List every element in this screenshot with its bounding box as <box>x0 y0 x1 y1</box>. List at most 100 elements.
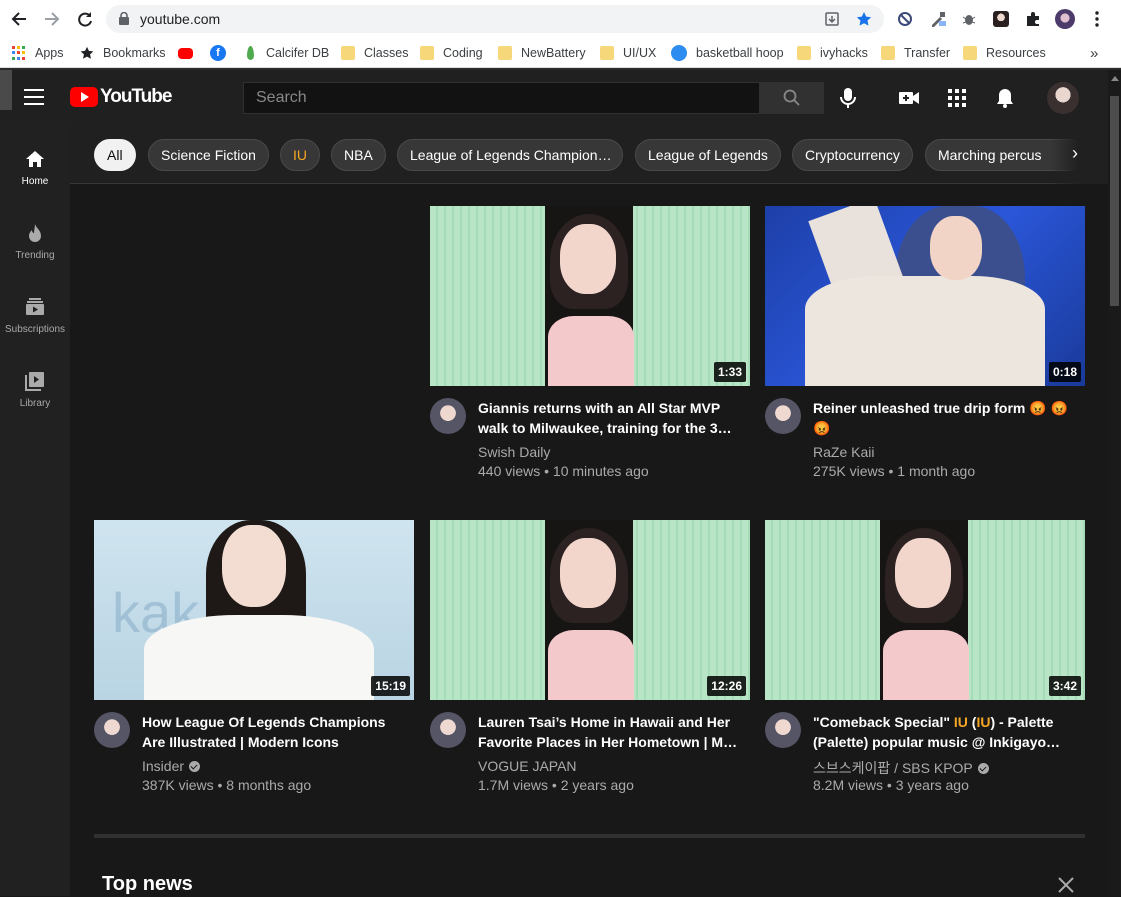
search-button[interactable] <box>760 82 824 114</box>
more-menu-icon[interactable] <box>1087 9 1107 29</box>
folder-icon <box>797 46 811 60</box>
reload-icon[interactable] <box>73 7 97 31</box>
video-grid: 1:33 Giannis returns with an All Star MV… <box>70 184 1108 896</box>
bookmark-classes[interactable]: Classes <box>341 44 408 62</box>
channel-name[interactable]: Swish Daily <box>478 444 550 460</box>
bookmark-bookmarks[interactable]: Bookmarks <box>80 44 166 62</box>
verified-badge-icon <box>189 760 201 772</box>
chip-nba[interactable]: NBA <box>331 139 386 171</box>
channel-avatar[interactable] <box>94 712 130 748</box>
chip-science-fiction[interactable]: Science Fiction <box>148 139 269 171</box>
search-input[interactable]: Search <box>243 82 760 114</box>
channel-avatar[interactable] <box>430 398 466 434</box>
channel-name[interactable]: VOGUE JAPAN <box>478 758 577 774</box>
bookmark-ui-ux[interactable]: UI/UX <box>600 44 656 62</box>
sidebar-item-subscriptions[interactable]: Subscriptions <box>0 296 70 335</box>
menu-icon[interactable] <box>24 89 44 105</box>
bookmark-calcifer-db[interactable]: Calcifer DB <box>244 44 329 62</box>
chip-iu[interactable]: IU <box>280 139 320 171</box>
video-thumbnail[interactable]: 1:33 <box>430 206 750 386</box>
channel-avatar[interactable] <box>765 398 801 434</box>
video-thumbnail[interactable]: 3:42 <box>765 520 1085 700</box>
video-title[interactable]: How League Of Legends Champions Are Illu… <box>142 712 404 752</box>
close-icon[interactable] <box>1054 873 1078 897</box>
channel-name[interactable]: 스브스케이팝 / SBS KPOP <box>813 758 989 778</box>
video-stats: 8.2M views • 3 years ago <box>813 777 969 793</box>
bookmark-coding[interactable]: Coding <box>420 44 483 62</box>
channel-avatar[interactable] <box>765 712 801 748</box>
section-divider <box>94 834 1085 838</box>
video-stats: 275K views • 1 month ago <box>813 463 976 479</box>
microphone-icon[interactable] <box>836 86 860 110</box>
youtube-logo[interactable]: YouTube <box>70 86 172 108</box>
browser-toolbar: youtube.com <box>0 0 1121 38</box>
bookmark-ivyhacks[interactable]: ivyhacks <box>797 44 868 62</box>
mini-guide: Home Trending Subscriptions Library <box>0 126 70 896</box>
chip-cryptocurrency[interactable]: Cryptocurrency <box>792 139 913 171</box>
youtube-header: YouTube Search <box>0 70 1108 126</box>
eyedropper-extension-icon[interactable] <box>928 9 948 29</box>
duration-badge: 3:42 <box>1048 676 1081 696</box>
bookmark-transfer[interactable]: Transfer <box>881 44 950 62</box>
facebook-icon: f <box>210 45 226 61</box>
channel-avatar[interactable] <box>430 712 466 748</box>
block-extension-icon[interactable] <box>895 9 915 29</box>
bookmark-facebook[interactable]: f <box>210 44 235 62</box>
account-avatar[interactable] <box>1047 82 1079 114</box>
bookmark-newbattery[interactable]: NewBattery <box>498 44 586 62</box>
video-title[interactable]: Reiner unleashed true drip form 😡 😡 😡 <box>813 398 1075 438</box>
sidebar-item-library[interactable]: Library <box>0 370 70 409</box>
apps-grid-icon <box>12 46 26 60</box>
bookmark-basketball-hoop[interactable]: basketball hoop <box>671 44 784 62</box>
profile-extension-icon[interactable] <box>991 9 1011 29</box>
chip-league-champions[interactable]: League of Legends Champion… <box>397 139 623 171</box>
scroll-up-arrow-icon[interactable] <box>1111 76 1119 81</box>
site-icon <box>671 45 687 61</box>
subscriptions-icon <box>24 296 46 318</box>
video-card[interactable]: 3:42 "Comeback Special" IU (IU) - Palett… <box>765 520 1085 800</box>
video-thumbnail[interactable]: 12:26 <box>430 520 750 700</box>
bug-extension-icon[interactable] <box>959 9 979 29</box>
back-icon[interactable] <box>7 7 31 31</box>
top-news-heading: Top news <box>102 873 193 895</box>
extensions-puzzle-icon[interactable] <box>1023 9 1043 29</box>
video-thumbnail[interactable]: 0:18 <box>765 206 1085 386</box>
video-card[interactable]: kak 15:19 How League Of Legends Champion… <box>94 520 414 800</box>
video-card[interactable]: 12:26 Lauren Tsai’s Home in Hawaii and H… <box>430 520 750 800</box>
bookmark-youtube[interactable] <box>178 44 202 62</box>
bookmark-star-icon[interactable] <box>856 11 872 27</box>
chip-all[interactable]: All <box>94 139 136 171</box>
chevron-right-icon[interactable]: › <box>1072 143 1078 164</box>
scrollbar[interactable] <box>1108 70 1121 896</box>
install-app-icon[interactable] <box>824 11 840 27</box>
profile-avatar-icon[interactable] <box>1055 9 1075 29</box>
bookmark-apps[interactable]: Apps <box>12 44 64 62</box>
sidebar-item-trending[interactable]: Trending <box>0 222 70 261</box>
video-thumbnail[interactable]: kak 15:19 <box>94 520 414 700</box>
window-edge <box>0 70 12 110</box>
more-bookmarks-button[interactable]: » <box>1090 44 1098 62</box>
video-stats: 1.7M views • 2 years ago <box>478 777 634 793</box>
channel-name[interactable]: RaZe Kaii <box>813 444 874 460</box>
sidebar-item-home[interactable]: Home <box>0 148 70 187</box>
folder-icon <box>600 46 614 60</box>
forward-icon[interactable] <box>40 7 64 31</box>
chip-league-of-legends[interactable]: League of Legends <box>635 139 781 171</box>
apps-grid-icon[interactable] <box>945 86 969 110</box>
lock-icon <box>119 12 129 25</box>
video-title[interactable]: Lauren Tsai’s Home in Hawaii and Her Fav… <box>478 712 740 752</box>
video-title[interactable]: Giannis returns with an All Star MVP wal… <box>478 398 740 438</box>
folder-icon <box>341 46 355 60</box>
folder-icon <box>420 46 434 60</box>
address-bar[interactable]: youtube.com <box>106 5 884 33</box>
duration-badge: 1:33 <box>713 362 746 382</box>
video-title[interactable]: "Comeback Special" IU (IU) - Palette (Pa… <box>813 712 1075 752</box>
video-card[interactable]: 0:18 Reiner unleashed true drip form 😡 😡… <box>765 206 1085 486</box>
channel-name[interactable]: Insider <box>142 758 201 774</box>
verified-badge-icon <box>977 762 989 774</box>
create-video-icon[interactable] <box>897 86 921 110</box>
video-card[interactable]: 1:33 Giannis returns with an All Star MV… <box>430 206 750 486</box>
notifications-bell-icon[interactable] <box>993 86 1017 110</box>
bookmark-resources[interactable]: Resources <box>963 44 1046 62</box>
scrollbar-thumb[interactable] <box>1110 96 1119 306</box>
